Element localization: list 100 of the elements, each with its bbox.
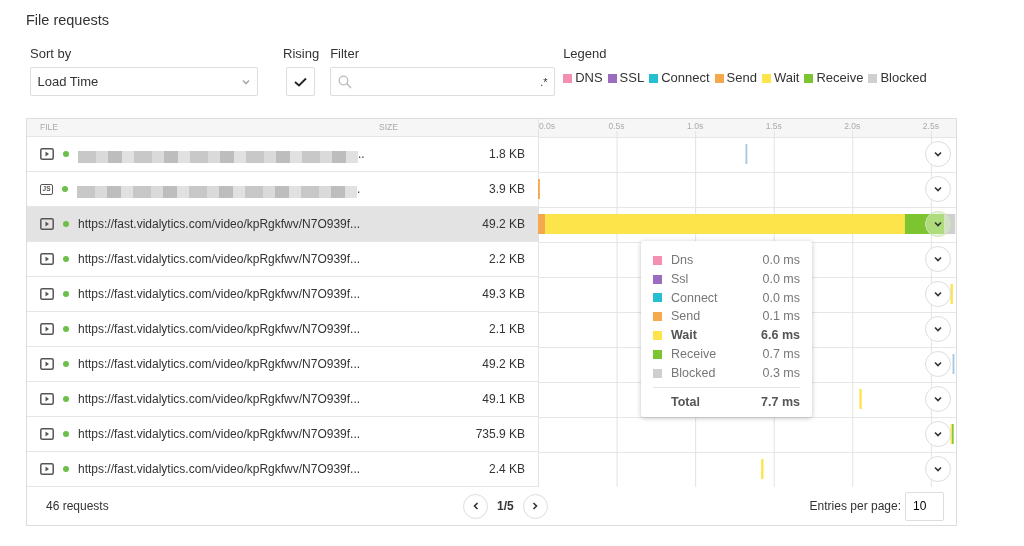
expand-button[interactable] xyxy=(925,386,951,413)
file-size: 2.1 KB xyxy=(487,321,525,339)
table-row[interactable]: https://fast.vidalytics.com/video/kpRgkfwv/N7O939f... 735.9 KB xyxy=(27,417,538,453)
next-page-button[interactable] xyxy=(522,493,548,519)
file-url[interactable]: https://fast.vidalytics.com/video/kpRgkfwv/N7O939f... xyxy=(78,355,361,374)
legend-label: Wait xyxy=(773,69,800,88)
timing-value: 0.3 ms xyxy=(762,364,800,382)
field-label: Entries per page: xyxy=(809,498,901,516)
video-file-icon xyxy=(40,428,54,441)
status-dot xyxy=(63,221,69,228)
table-row[interactable]: .. 1.8 KB xyxy=(27,137,538,173)
timing-label: Ssl xyxy=(671,270,689,288)
table-row[interactable]: https://fast.vidalytics.com/video/kpRgkfwv/N7O939f... 49.3 KB xyxy=(27,277,538,313)
video-file-icon xyxy=(40,463,54,476)
expand-button[interactable] xyxy=(925,456,951,483)
status-dot xyxy=(63,256,69,263)
file-url[interactable]: https://fast.vidalytics.com/video/kpRgkfwv/N7O939f... xyxy=(78,320,361,339)
file-url[interactable]: https://fast.vidalytics.com/video/kpRgkfwv/N7O939f... xyxy=(78,425,361,444)
file-size: 49.3 KB xyxy=(481,286,525,304)
file-size: 735.9 KB xyxy=(474,426,525,444)
axis-tick-label: 2.5s xyxy=(922,121,939,132)
timing-bar xyxy=(950,284,953,305)
timing-label: Receive xyxy=(671,346,717,363)
entries-field[interactable]: 10 xyxy=(905,491,944,521)
timing-value: 0.7 ms xyxy=(762,346,800,363)
axis-tick-label: 0.5s xyxy=(608,121,625,132)
timing-bar xyxy=(859,389,862,410)
status-dot xyxy=(63,396,69,403)
file-size: 2.4 KB xyxy=(487,461,525,479)
timing-label: Wait xyxy=(671,327,697,345)
previous-page-button[interactable] xyxy=(463,493,488,519)
rising-checkbox[interactable] xyxy=(286,67,315,97)
table-row[interactable]: https://fast.vidalytics.com/video/kpRgkfwv/N7O939f... 2.1 KB xyxy=(27,312,538,348)
legend-label: DNS xyxy=(575,69,603,88)
timing-value: 0.0 ms xyxy=(762,252,800,269)
sort-dropdown[interactable]: Load Time xyxy=(30,67,258,97)
expand-button[interactable] xyxy=(925,211,951,238)
file-url[interactable]: https://fast.vidalytics.com/video/kpRgkfwv/N7O939f... xyxy=(78,215,361,234)
field-label: Legend xyxy=(563,44,608,63)
timing-label: Dns xyxy=(671,252,694,269)
file-url[interactable]: https://fast.vidalytics.com/video/kpRgkfwv/N7O939f... xyxy=(78,285,361,304)
file-url[interactable]: https://fast.vidalytics.com/video/kpRgkfwv/N7O939f... xyxy=(78,250,361,269)
timing-bar xyxy=(952,354,955,375)
field-label: Sort by xyxy=(30,44,73,63)
table-row[interactable]: https://fast.vidalytics.com/video/kpRgkfwv/N7O939f... 49.2 KB xyxy=(27,207,538,243)
section-title: File requests xyxy=(26,11,110,30)
file-size: 49.2 KB xyxy=(481,216,525,234)
filter-field[interactable]: .* xyxy=(330,67,556,97)
legend-label: Send xyxy=(726,69,757,88)
search-icon xyxy=(337,74,352,89)
table-row[interactable]: https://fast.vidalytics.com/video/kpRgkfwv/N7O939f... 49.1 KB xyxy=(27,382,538,418)
file-url[interactable]: https://fast.vidalytics.com/video/kpRgkfwv/N7O939f... xyxy=(78,390,361,409)
file-url-tail: . xyxy=(357,181,361,199)
video-file-icon xyxy=(40,358,54,371)
expand-button[interactable] xyxy=(925,316,951,343)
file-size: 1.8 KB xyxy=(487,146,525,164)
timing-value: 0.0 ms xyxy=(762,270,800,288)
video-file-icon xyxy=(40,218,54,231)
table-row[interactable]: https://fast.vidalytics.com/video/kpRgkfwv/N7O939f... 2.4 KB xyxy=(27,452,538,488)
expand-button[interactable] xyxy=(925,351,951,378)
file-size: 49.2 KB xyxy=(481,356,525,374)
axis-tick-label: 2.0s xyxy=(844,121,861,132)
status-dot xyxy=(63,151,69,158)
video-file-icon xyxy=(40,148,54,161)
legend-label: Receive xyxy=(816,69,864,88)
video-file-icon xyxy=(40,393,54,406)
status-dot xyxy=(63,361,69,368)
file-size: 3.9 KB xyxy=(487,181,525,199)
timing-label: Blocked xyxy=(671,364,716,382)
status-dot xyxy=(63,326,69,333)
status-dot xyxy=(63,466,69,473)
total-label: Total xyxy=(671,393,700,411)
regex-toggle[interactable]: .* xyxy=(540,73,548,90)
table-row[interactable]: https://fast.vidalytics.com/video/kpRgkfwv/N7O939f... 2.2 KB xyxy=(27,242,538,278)
file-url[interactable]: https://fast.vidalytics.com/video/kpRgkfwv/N7O939f... xyxy=(78,460,361,479)
legend-label: Connect xyxy=(661,69,710,88)
field-label: Filter xyxy=(330,44,360,63)
page-indicator: 1/5 xyxy=(497,498,514,516)
timing-bar xyxy=(761,459,764,480)
timing-value: 0.1 ms xyxy=(762,308,800,326)
timing-bar xyxy=(745,144,748,165)
timing-label: Send xyxy=(671,308,701,326)
expand-button[interactable] xyxy=(925,176,951,203)
status-dot xyxy=(62,186,68,193)
file-url-tail: .. xyxy=(358,146,365,164)
table-row[interactable]: https://fast.vidalytics.com/video/kpRgkfwv/N7O939f... 49.2 KB xyxy=(27,347,538,383)
expand-button[interactable] xyxy=(925,421,951,448)
expand-button[interactable] xyxy=(925,281,951,308)
column-header: SIZE xyxy=(379,121,398,135)
total-value: 7.7 ms xyxy=(761,393,800,411)
expand-button[interactable] xyxy=(925,141,951,168)
check-icon xyxy=(294,76,307,87)
legend-label: SSL xyxy=(619,69,645,88)
status-dot xyxy=(63,431,69,438)
axis-tick-label: 1.0s xyxy=(687,121,704,132)
timing-label: Connect xyxy=(671,289,718,307)
expand-button[interactable] xyxy=(925,246,951,273)
axis-tick-label: 0.0s xyxy=(539,121,556,132)
request-count: 46 requests xyxy=(46,498,110,516)
legend-label: Blocked xyxy=(880,69,927,88)
